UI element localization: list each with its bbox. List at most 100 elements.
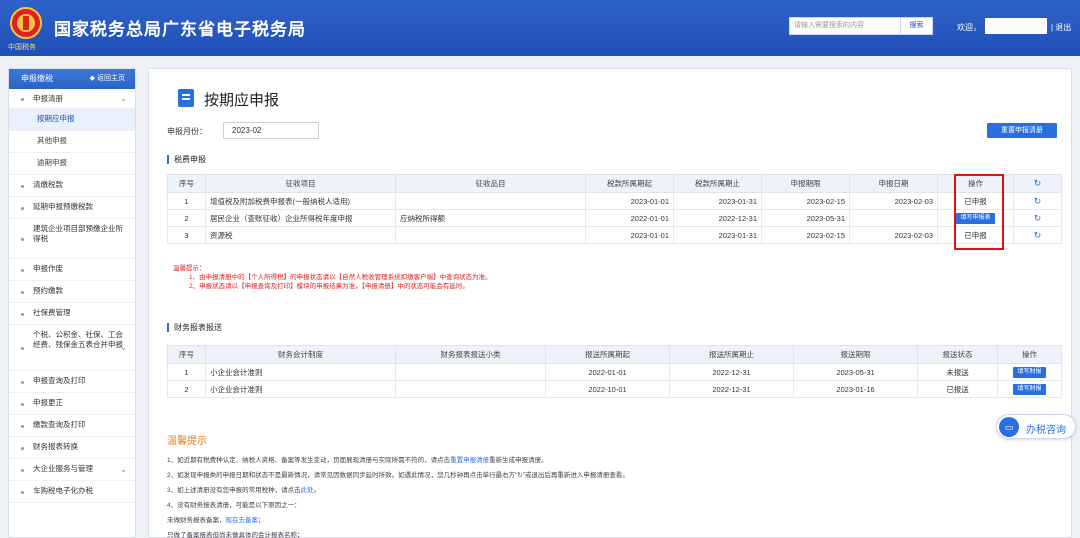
sidebar-item[interactable]: 清缴税款 <box>9 175 135 197</box>
table-row: 1 小企业会计准则 2022-01-01 2022-12-31 2023-05-31 未报… <box>167 363 1062 381</box>
tax-table-header: 征收项目 <box>205 174 396 193</box>
tax-table-header: 申报期限 <box>761 174 850 193</box>
bullet-icon <box>21 468 24 472</box>
report-period-end: 2022-12-31 <box>669 363 794 381</box>
finance-table-header: 报送所属期止 <box>669 345 794 364</box>
finance-table-header: 报送所属期起 <box>545 345 670 364</box>
refresh-icon[interactable]: ↻ <box>1034 178 1042 188</box>
refresh-icon[interactable]: ↻ <box>1034 230 1042 240</box>
sidebar-item[interactable]: 大企业服务与管理 ⌄ <box>9 459 135 481</box>
tip-here-link[interactable]: 此处 <box>301 487 314 494</box>
sidebar-item-label: 建筑企业项目部预缴企业所得税 <box>33 224 123 243</box>
sidebar-item[interactable]: 申报查询及打印 <box>9 371 135 393</box>
action-highlight-box <box>954 174 1004 250</box>
table-row: 3 资源税 2023-01-01 2023-01-31 2023-02-15 2023-0… <box>167 226 1062 244</box>
refresh-icon[interactable]: ↻ <box>1034 213 1042 223</box>
sidebar-item[interactable]: 车购税电子化办税 <box>9 481 135 503</box>
bullet-icon <box>21 446 24 450</box>
collection-subitem <box>395 192 586 210</box>
sidebar-item[interactable]: 申报更正 <box>9 393 135 415</box>
consult-label: 办税咨询 <box>1026 425 1066 436</box>
search-input[interactable]: 请输入需要搜索的内容 <box>789 17 901 35</box>
sidebar-item-label: 申报作废 <box>33 264 63 273</box>
bullet-icon <box>21 424 24 428</box>
finance-table-header: 序号 <box>167 345 206 364</box>
action-cell: 填写财报 <box>997 363 1062 381</box>
period-start: 2022-01-01 <box>585 209 674 227</box>
reset-list-button[interactable]: 重置申报清册 <box>987 123 1057 138</box>
warning-title: 温馨提示： <box>173 265 206 272</box>
tax-table-header: 征收品目 <box>395 174 586 193</box>
chat-icon: ▭ <box>999 417 1019 437</box>
sidebar-item-label: 车购税电子化办税 <box>33 486 93 495</box>
tax-table-header: 税款所属期起 <box>585 174 674 193</box>
bullet-icon <box>21 312 24 316</box>
tax-table-header: 申报日期 <box>849 174 938 193</box>
bullet-icon <box>21 268 24 272</box>
warning-line-1: 1、由申报清册中的【个人所得税】的申报状态请以【自然人税收管理系统扣缴客户端】中… <box>189 274 492 281</box>
collection-item: 资源税 <box>205 226 396 244</box>
sidebar-title: 申报缴税 <box>21 74 53 83</box>
sidebar-item[interactable]: 申报作废 <box>9 259 135 281</box>
bullet-icon <box>21 380 24 384</box>
period-input[interactable]: 2023-02 <box>223 122 319 139</box>
sidebar-item[interactable]: 社保费管理 <box>9 303 135 325</box>
bullet-icon <box>21 184 24 188</box>
page-title: 按期应申报 <box>204 92 280 109</box>
sidebar-item[interactable]: 缴款查询及打印 <box>9 415 135 437</box>
sidebar-item-label: 预约缴款 <box>33 286 63 295</box>
tip-line-6: 只做了备案报表但尚未做具体的会计报表名称； <box>167 532 304 538</box>
bullet-icon <box>21 97 24 101</box>
fill-report-button[interactable]: 填写财报 <box>1013 367 1046 378</box>
back-home-link[interactable]: ◆ 返回主页 <box>90 69 125 89</box>
search-button[interactable]: 搜索 <box>901 17 933 35</box>
report-status: 未报送 <box>917 363 998 381</box>
welcome-text: 欢迎， <box>957 23 981 32</box>
sidebar-item-label: 社保费管理 <box>33 308 71 317</box>
refresh-cell: ↻ <box>1013 209 1062 227</box>
fill-report-button[interactable]: 填写财报 <box>1013 384 1046 395</box>
table-row: 2 小企业会计准则 2022-10-01 2022-12-31 2023-01-16 已报… <box>167 380 1062 398</box>
row-number: 2 <box>167 209 206 227</box>
row-number: 1 <box>167 363 206 381</box>
site-title: 国家税务总局广东省电子税务局 <box>54 20 306 39</box>
refresh-icon[interactable]: ↻ <box>1034 196 1042 206</box>
sidebar-item[interactable]: 财务报表转换 <box>9 437 135 459</box>
sidebar-item-label: 申报查询及打印 <box>33 376 86 385</box>
sidebar-item[interactable]: 延期申报预缴税款 <box>9 197 135 219</box>
sidebar-item[interactable]: 其他申报 <box>9 131 135 153</box>
collection-item: 居民企业（查账征收）企业所得税年度申报 <box>205 209 396 227</box>
sidebar-item-label: 申报更正 <box>33 398 63 407</box>
bullet-icon <box>21 237 24 241</box>
sidebar-item[interactable]: 预约缴款 <box>9 281 135 303</box>
sidebar-item[interactable]: 逾期申报 <box>9 153 135 175</box>
filing-deadline: 2023-02-15 <box>761 192 850 210</box>
report-subtype <box>395 363 546 381</box>
emblem-text: 中国税务 <box>8 43 36 51</box>
bullet-icon <box>21 346 24 350</box>
filing-date <box>849 209 938 227</box>
tips-list: 1、如近期有税费种认定、纳税人资格、备案等发生变动，页面展现清册与实际所需不符的… <box>167 453 629 538</box>
filing-deadline: 2023-05-31 <box>761 209 850 227</box>
bullet-icon <box>21 402 24 406</box>
tip-reset-link[interactable]: 重置申报清册 <box>450 457 489 464</box>
tax-consult-button[interactable]: ▭ 办税咨询 <box>996 414 1076 439</box>
collection-subitem: 应纳税所得额 <box>395 209 586 227</box>
accounting-system: 小企业会计准则 <box>205 363 396 381</box>
tip-line-1: 1、如近期有税费种认定、纳税人资格、备案等发生变动，页面展现清册与实际所需不符的… <box>167 457 548 464</box>
sidebar-item[interactable]: 按期应申报 <box>9 109 135 131</box>
bullet-icon <box>21 290 24 294</box>
sidebar-item[interactable]: 个税、公积金、社保、工会经费、残保金五表合并申报 ⌄ <box>9 325 135 371</box>
sidebar-item[interactable]: 申报清册 ⌄ <box>9 89 135 109</box>
tip-line-4: 4、没有财务报表清册，可能是以下原因之一： <box>167 502 301 509</box>
finance-table-header: 报送期限 <box>793 345 918 364</box>
sidebar-item[interactable]: 建筑企业项目部预缴企业所得税 <box>9 219 135 259</box>
row-number: 2 <box>167 380 206 398</box>
tip-line-2: 2、如发现申报类的申报日期和状态不是最新情况，请常见因数据同步延时所致。如遇此情… <box>167 472 629 479</box>
finance-table-header: 财务会计制度 <box>205 345 396 364</box>
report-period-end: 2022-12-31 <box>669 380 794 398</box>
sidebar-item-label: 其他申报 <box>37 136 67 145</box>
warning-line-2: 2、申报状态请以【申报查询及打印】模块的申报结果为准，【申报清册】中的状态可能会… <box>189 283 469 290</box>
tip-filing-link[interactable]: 现在去备案 <box>226 517 259 524</box>
logout-link[interactable]: | 退出 <box>1051 22 1071 33</box>
